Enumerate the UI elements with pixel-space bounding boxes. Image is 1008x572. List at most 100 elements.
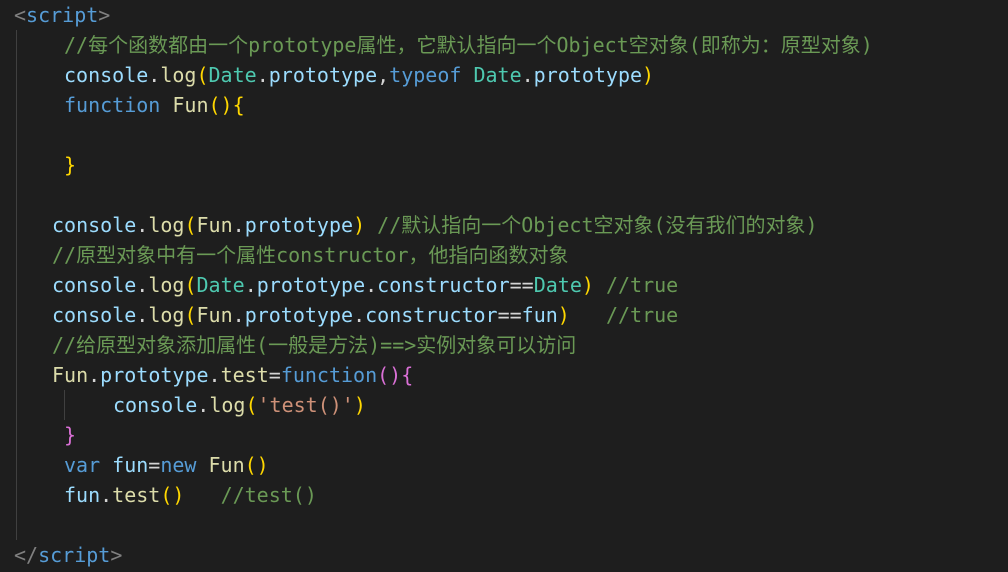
code-line-17[interactable]: fun.test() //test() — [64, 480, 317, 510]
code-line-3[interactable]: console.log(Date.prototype,typeof Date.p… — [64, 60, 654, 90]
code-token-func: Fun — [208, 453, 245, 477]
code-token-ident: prototype — [533, 63, 643, 87]
code-line-11[interactable]: console.log(Fun.prototype.constructor==f… — [52, 300, 678, 330]
code-token-ident: console — [64, 63, 149, 87]
code-token-ident: prototype — [100, 363, 209, 387]
code-token-ident: prototype — [244, 213, 354, 237]
code-token-ident: prototype — [244, 303, 354, 327]
code-token-bracket2: } — [64, 423, 77, 447]
code-token-func: Fun — [52, 363, 89, 387]
code-token-tag: script — [38, 543, 111, 567]
code-token-plain: . — [232, 303, 245, 327]
code-token-bracket: () — [208, 93, 233, 117]
code-token-ident: prototype — [256, 273, 366, 297]
code-token-keyword: var — [64, 453, 101, 477]
code-token-class: Date — [208, 63, 257, 87]
code-token-op: == — [509, 273, 534, 297]
code-token-plain: . — [521, 63, 534, 87]
code-token-plain: . — [197, 393, 210, 417]
code-token-plain: , — [377, 63, 390, 87]
code-token-ident: console — [52, 273, 137, 297]
code-token-bracket: ( — [245, 393, 258, 417]
code-token-comment: //给原型对象添加属性(一般是方法)==>实例对象可以访问 — [52, 333, 577, 357]
code-token-bracket2: () — [377, 363, 402, 387]
code-token-keyword: new — [160, 453, 197, 477]
code-token-ident: fun — [112, 453, 149, 477]
code-line-8[interactable]: console.log(Fun.prototype) //默认指向一个Objec… — [52, 210, 818, 240]
code-line-10[interactable]: console.log(Date.prototype.constructor==… — [52, 270, 678, 300]
code-token-ident: console — [52, 303, 137, 327]
code-token-bracket: } — [64, 153, 77, 177]
code-line-4[interactable]: function Fun(){ — [64, 90, 245, 120]
code-token-func: log — [148, 273, 185, 297]
code-token-ident: constructor — [377, 273, 510, 297]
code-token-punct: < — [14, 3, 27, 27]
code-token-bracket: ( — [184, 303, 197, 327]
code-line-14[interactable]: console.log('test()') — [113, 390, 366, 420]
code-token-ident: fun — [64, 483, 101, 507]
code-token-comment: //每个函数都由一个prototype属性，它默认指向一个Object空对象(即… — [64, 33, 873, 57]
code-token-plain: . — [256, 63, 269, 87]
code-token-tag: script — [26, 3, 99, 27]
code-token-punct: > — [110, 543, 123, 567]
code-line-2[interactable]: //每个函数都由一个prototype属性，它默认指向一个Object空对象(即… — [64, 30, 873, 60]
code-token-bracket: ( — [184, 273, 197, 297]
code-token-func: log — [209, 393, 246, 417]
indent-guide-inner — [64, 390, 65, 420]
indent-guide — [16, 30, 17, 540]
code-line-9[interactable]: //原型对象中有一个属性constructor，他指向函数对象 — [52, 240, 569, 270]
code-token-ident: console — [113, 393, 198, 417]
code-token-class: Date — [196, 273, 245, 297]
code-token-plain: . — [136, 273, 149, 297]
code-token-func: Fun — [196, 303, 233, 327]
code-token-keyword: function — [64, 93, 161, 117]
code-line-6[interactable]: } — [64, 150, 76, 180]
code-token-bracket: () — [244, 453, 269, 477]
code-token-comment: //test() — [220, 483, 317, 507]
code-editor[interactable]: <script> //每个函数都由一个prototype属性，它默认指向一个Ob… — [0, 0, 1008, 572]
code-token-bracket: ) — [353, 393, 366, 417]
code-token-plain: . — [136, 213, 149, 237]
code-token-bracket: ) — [557, 303, 570, 327]
code-line-15[interactable]: } — [64, 420, 76, 450]
code-token-func: log — [160, 63, 197, 87]
code-token-ident: fun — [521, 303, 558, 327]
code-token-bracket: ) — [353, 213, 366, 237]
code-line-1[interactable]: <script> — [14, 0, 110, 30]
code-token-punct: > — [98, 3, 111, 27]
code-token-plain: . — [136, 303, 149, 327]
code-line-12[interactable]: //给原型对象添加属性(一般是方法)==>实例对象可以访问 — [52, 330, 576, 360]
code-token-plain: . — [88, 363, 101, 387]
code-token-bracket: ( — [184, 213, 197, 237]
code-token-plain: . — [365, 273, 378, 297]
code-token-keyword: function — [280, 363, 378, 387]
code-token-bracket: () — [160, 483, 185, 507]
code-token-plain: . — [244, 273, 257, 297]
code-token-class: Date — [473, 63, 522, 87]
code-token-op: = — [148, 453, 161, 477]
code-line-19[interactable]: </script> — [14, 540, 122, 570]
code-token-comment: //默认指向一个Object空对象(没有我们的对象) — [377, 213, 818, 237]
code-token-bracket: { — [232, 93, 245, 117]
code-token-string: 'test()' — [257, 393, 354, 417]
code-token-comment: //true — [605, 273, 679, 297]
code-token-punct: </ — [14, 543, 39, 567]
code-token-bracket: ) — [642, 63, 655, 87]
code-token-class: Date — [533, 273, 582, 297]
code-token-comment: //原型对象中有一个属性constructor，他指向函数对象 — [52, 243, 569, 267]
code-line-16[interactable]: var fun=new Fun() — [64, 450, 269, 480]
code-token-ident: prototype — [268, 63, 378, 87]
code-token-plain: . — [148, 63, 161, 87]
code-token-plain: . — [353, 303, 366, 327]
code-token-func: Fun — [196, 213, 233, 237]
code-token-plain: . — [100, 483, 113, 507]
code-token-plain: . — [208, 363, 221, 387]
code-line-13[interactable]: Fun.prototype.test=function(){ — [52, 360, 413, 390]
code-token-ident: constructor — [365, 303, 498, 327]
